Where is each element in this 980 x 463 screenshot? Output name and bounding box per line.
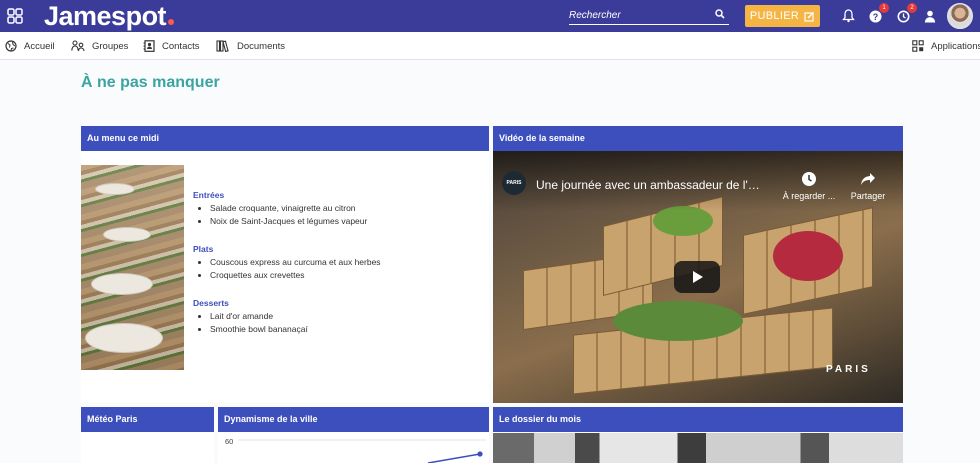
share-button[interactable]: Partager xyxy=(838,171,898,201)
brand-dot xyxy=(168,19,175,25)
weather-card-title: Météo Paris xyxy=(81,407,214,432)
dynamism-card: Dynamisme de la ville xyxy=(218,407,489,463)
brand-name: Jamespot xyxy=(44,1,167,31)
plate xyxy=(103,227,151,242)
watch-later-label: À regarder ... xyxy=(782,191,836,201)
menu-card-title: Au menu ce midi xyxy=(81,126,489,151)
brand-logo[interactable]: Jamespot xyxy=(44,1,175,31)
list-item: Salade croquante, vinaigrette au citron xyxy=(210,202,381,215)
menu-section-items: Salade croquante, vinaigrette au citron … xyxy=(193,202,381,227)
dynamism-card-title: Dynamisme de la ville xyxy=(218,407,489,432)
user-icon[interactable] xyxy=(921,7,939,25)
radishes xyxy=(773,231,843,281)
nav-item-label: Contacts xyxy=(162,40,200,52)
share-icon xyxy=(861,173,875,185)
dossier-image[interactable] xyxy=(493,433,903,463)
search-box xyxy=(569,5,729,25)
chart-axis-tick: 60 xyxy=(225,437,234,446)
list-item: Smoothie bowl bananaçaí xyxy=(210,323,381,336)
nav-bar: Accueil Groupes Contacts Documents Appli… xyxy=(0,32,980,60)
plate xyxy=(95,183,135,195)
play-icon xyxy=(693,271,703,283)
list-item: Noix de Saint-Jacques et légumes vapeur xyxy=(210,215,381,228)
publish-button[interactable]: PUBLIER xyxy=(745,5,820,27)
edit-icon xyxy=(804,11,815,22)
list-item: Croquettes aux crevettes xyxy=(210,269,381,282)
documents-icon xyxy=(216,40,229,52)
dossier-card: Le dossier du mois xyxy=(493,407,903,433)
plate xyxy=(91,273,153,295)
help-badge: 1 xyxy=(879,3,889,13)
menu-section-title: Plats xyxy=(193,244,214,254)
help-icon[interactable]: ? 1 xyxy=(866,3,889,25)
menu-section-title: Entrées xyxy=(193,190,225,200)
plate xyxy=(85,323,163,353)
video-player[interactable]: PARIS Une journée avec un ambassadeur de… xyxy=(493,151,903,403)
page-title: À ne pas manquer xyxy=(81,74,220,91)
globe-icon xyxy=(5,40,17,52)
video-card-title: Vidéo de la semaine xyxy=(493,126,903,151)
search-input[interactable] xyxy=(569,7,709,23)
menu-list: Entrées Salade croquante, vinaigrette au… xyxy=(193,190,381,352)
app-launcher-button[interactable] xyxy=(0,0,30,32)
nav-item-label: Groupes xyxy=(92,40,129,52)
dynamism-chart xyxy=(238,439,486,463)
notifications-bell-icon[interactable] xyxy=(839,7,857,25)
nav-item-label: Accueil xyxy=(24,40,55,52)
nav-item-contacts[interactable]: Contacts xyxy=(143,40,200,52)
timer-badge: 2 xyxy=(907,3,917,13)
menu-photo xyxy=(81,165,184,370)
menu-section-title: Desserts xyxy=(193,298,229,308)
menu-section-items: Couscous express au curcuma et aux herbe… xyxy=(193,256,381,281)
video-watermark: PARIS xyxy=(826,364,871,375)
contacts-icon xyxy=(143,40,155,52)
nav-item-accueil[interactable]: Accueil xyxy=(5,40,55,52)
applications-icon xyxy=(912,40,924,52)
search-icon[interactable] xyxy=(715,9,725,19)
share-label: Partager xyxy=(850,191,886,201)
list-item: Couscous express au curcuma et aux herbe… xyxy=(210,256,381,269)
timer-icon[interactable]: 2 xyxy=(894,3,917,25)
nav-item-label: Documents xyxy=(237,40,286,52)
top-bar: Jamespot PUBLIER ? 1 2 xyxy=(0,0,980,32)
nav-item-groupes[interactable]: Groupes xyxy=(71,40,128,52)
vegetables xyxy=(613,301,743,341)
publish-label: PUBLIER xyxy=(749,10,800,22)
clock-icon xyxy=(802,172,816,186)
groups-icon xyxy=(71,40,85,52)
avatar[interactable] xyxy=(947,3,973,29)
watch-later-button[interactable]: À regarder ... xyxy=(779,171,839,201)
nav-item-label: Applications xyxy=(931,40,980,52)
nav-item-applications[interactable]: Applications xyxy=(912,40,980,52)
dossier-card-title: Le dossier du mois xyxy=(493,407,903,432)
play-button[interactable] xyxy=(674,261,720,293)
weather-card: Météo Paris xyxy=(81,407,214,463)
video-card: Vidéo de la semaine xyxy=(493,126,903,151)
list-item: Lait d'or amande xyxy=(210,310,381,323)
svg-text:?: ? xyxy=(872,12,878,22)
channel-logo[interactable]: PARIS xyxy=(502,171,526,195)
menu-section-items: Lait d'or amande Smoothie bowl bananaçaí xyxy=(193,310,381,335)
nav-item-documents[interactable]: Documents xyxy=(216,40,285,52)
grid-icon xyxy=(7,8,23,24)
video-title[interactable]: Une journée avec un ambassadeur de l'as.… xyxy=(536,178,766,192)
